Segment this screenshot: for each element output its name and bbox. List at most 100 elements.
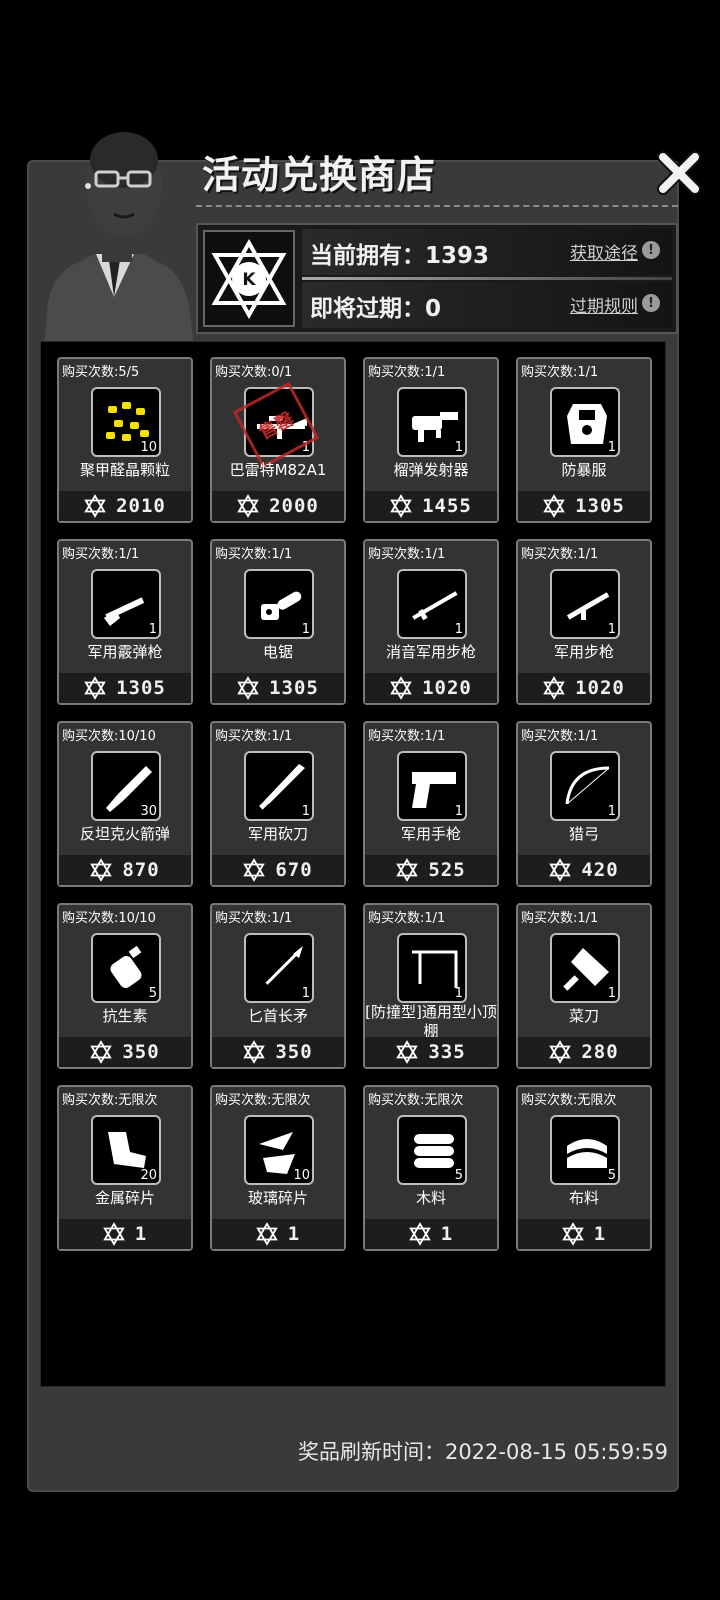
shop-item-card[interactable]: 购买次数:1/1 1 消音军用步枪 1020 <box>363 539 499 705</box>
shop-item-card[interactable]: 购买次数:1/1 1 榴弹发射器 1455 <box>363 357 499 523</box>
price-value: 1 <box>440 1223 454 1245</box>
price-value: 870 <box>122 859 160 881</box>
currency-token-icon <box>543 676 565 700</box>
price-value: 420 <box>581 859 619 881</box>
shop-item-card[interactable]: 购买次数:5/5 10 聚甲醛晶颗粒 2010 <box>57 357 193 523</box>
currency-token-icon <box>543 494 565 518</box>
currency-token-icon <box>549 1040 572 1064</box>
close-icon <box>657 151 701 195</box>
item-icon-frame: 5 <box>397 1115 467 1185</box>
canopy-icon <box>412 950 458 988</box>
purchase-limit: 购买次数:无限次 <box>368 1093 464 1108</box>
item-price: 2000 <box>212 491 344 521</box>
price-value: 350 <box>275 1041 313 1063</box>
item-quantity: 5 <box>148 986 157 1001</box>
shop-item-card[interactable]: 购买次数:1/1 1 防暴服 1305 <box>516 357 652 523</box>
item-grid: 购买次数:5/5 10 聚甲醛晶颗粒 2010 购买次数:0/1 1 售罄 巴雷特M82A1 2… <box>57 357 652 1251</box>
shop-item-card[interactable]: 购买次数:无限次 5 布料 1 <box>516 1085 652 1251</box>
token-letter: K <box>242 270 256 290</box>
info-icon[interactable]: ! <box>642 241 660 259</box>
price-value: 525 <box>428 859 466 881</box>
item-icon-frame: 1 <box>397 751 467 821</box>
item-quantity: 5 <box>607 1168 616 1183</box>
price-value: 1305 <box>116 677 166 699</box>
purchase-limit: 购买次数:1/1 <box>521 911 599 926</box>
chainsaw-icon <box>261 591 302 620</box>
silenced-rifle-icon <box>412 591 458 621</box>
purchase-limit: 购买次数:1/1 <box>521 365 599 380</box>
item-quantity: 1 <box>607 804 616 819</box>
item-price: 2010 <box>59 491 191 521</box>
item-quantity: 1 <box>607 986 616 1001</box>
currency-token-icon <box>243 1040 266 1064</box>
currency-token-icon <box>549 858 572 882</box>
purchase-limit: 购买次数:1/1 <box>215 911 293 926</box>
price-value: 1020 <box>422 677 472 699</box>
purchase-limit: 购买次数:无限次 <box>62 1093 158 1108</box>
item-name: 抗生素 <box>102 1007 148 1025</box>
currency-token-icon <box>102 1222 125 1246</box>
shop-item-card[interactable]: 购买次数:1/1 1 电锯 1305 <box>210 539 346 705</box>
info-icon[interactable]: ! <box>642 294 660 312</box>
item-price: 335 <box>365 1037 497 1067</box>
shop-item-card[interactable]: 购买次数:1/1 1 军用霰弹枪 1305 <box>57 539 193 705</box>
shop-item-card[interactable]: 购买次数:无限次 5 木料 1 <box>363 1085 499 1251</box>
item-name: 军用步枪 <box>553 643 614 661</box>
item-icon-frame: 1 <box>244 751 314 821</box>
item-quantity: 1 <box>301 804 310 819</box>
expire-rule-link[interactable]: 过期规则 <box>570 292 638 317</box>
shop-item-card[interactable]: 购买次数:无限次 10 玻璃碎片 1 <box>210 1085 346 1251</box>
shop-item-card[interactable]: 购买次数:1/1 1 [防撞型]通用型小顶棚 335 <box>363 903 499 1069</box>
price-value: 2010 <box>116 495 166 517</box>
currency-token-icon <box>255 1222 278 1246</box>
purchase-limit: 购买次数:10/10 <box>62 729 156 744</box>
shop-item-card[interactable]: 购买次数:1/1 1 军用手枪 525 <box>363 721 499 887</box>
cloth-icon <box>567 1139 607 1168</box>
item-price: 1 <box>365 1219 497 1249</box>
item-icon-frame: 1 <box>244 569 314 639</box>
item-quantity: 10 <box>293 1168 310 1183</box>
shop-item-card[interactable]: 购买次数:0/1 1 售罄 巴雷特M82A1 2000 <box>210 357 346 523</box>
item-price: 1 <box>59 1219 191 1249</box>
shop-item-card[interactable]: 购买次数:1/1 1 猎弓 420 <box>516 721 652 887</box>
antibiotic-icon <box>110 945 142 988</box>
close-button[interactable] <box>654 148 704 198</box>
owned-row: 当前拥有：1393 获取途径 ! <box>302 229 672 275</box>
item-name: 军用砍刀 <box>247 825 308 843</box>
currency-token-icon <box>243 858 266 882</box>
price-value: 335 <box>428 1041 466 1063</box>
item-icon-frame: 1 <box>550 569 620 639</box>
currency-token-icon <box>90 858 113 882</box>
refresh-value: 2022-08-15 05:59:59 <box>444 1440 668 1464</box>
item-price: 280 <box>518 1037 650 1067</box>
shop-item-card[interactable]: 购买次数:1/1 1 匕首长矛 350 <box>210 903 346 1069</box>
shop-item-card[interactable]: 购买次数:1/1 1 军用砍刀 670 <box>210 721 346 887</box>
title-divider <box>196 205 678 207</box>
item-name: 军用霰弹枪 <box>87 643 163 661</box>
shop-item-card[interactable]: 购买次数:10/10 5 抗生素 350 <box>57 903 193 1069</box>
currency-token-icon <box>390 676 412 700</box>
currency-token-frame: K <box>203 230 295 327</box>
item-quantity: 1 <box>301 622 310 637</box>
item-icon-frame: 5 <box>550 1115 620 1185</box>
item-price: 350 <box>212 1037 344 1067</box>
price-value: 2000 <box>269 495 319 517</box>
purchase-limit: 购买次数:5/5 <box>62 365 140 380</box>
currency-token-icon <box>237 494 259 518</box>
currency-token-icon <box>84 676 106 700</box>
bow-icon <box>565 766 610 805</box>
item-name: 消音军用步枪 <box>385 643 476 661</box>
currency-token-icon <box>396 858 419 882</box>
currency-token-icon <box>396 1040 419 1064</box>
spear-icon <box>265 946 303 985</box>
price-value: 1 <box>134 1223 148 1245</box>
shop-item-card[interactable]: 购买次数:10/10 30 反坦克火箭弹 870 <box>57 721 193 887</box>
get-route-link[interactable]: 获取途径 <box>570 239 638 264</box>
shop-item-card[interactable]: 购买次数:无限次 20 金属碎片 1 <box>57 1085 193 1251</box>
shop-item-card[interactable]: 购买次数:1/1 1 菜刀 280 <box>516 903 652 1069</box>
expire-row: 即将过期：0 过期规则 ! <box>302 282 672 328</box>
shop-item-card[interactable]: 购买次数:1/1 1 军用步枪 1020 <box>516 539 652 705</box>
item-name: 菜刀 <box>568 1007 599 1025</box>
item-price: 1305 <box>212 673 344 703</box>
item-name: 电锯 <box>262 643 293 661</box>
